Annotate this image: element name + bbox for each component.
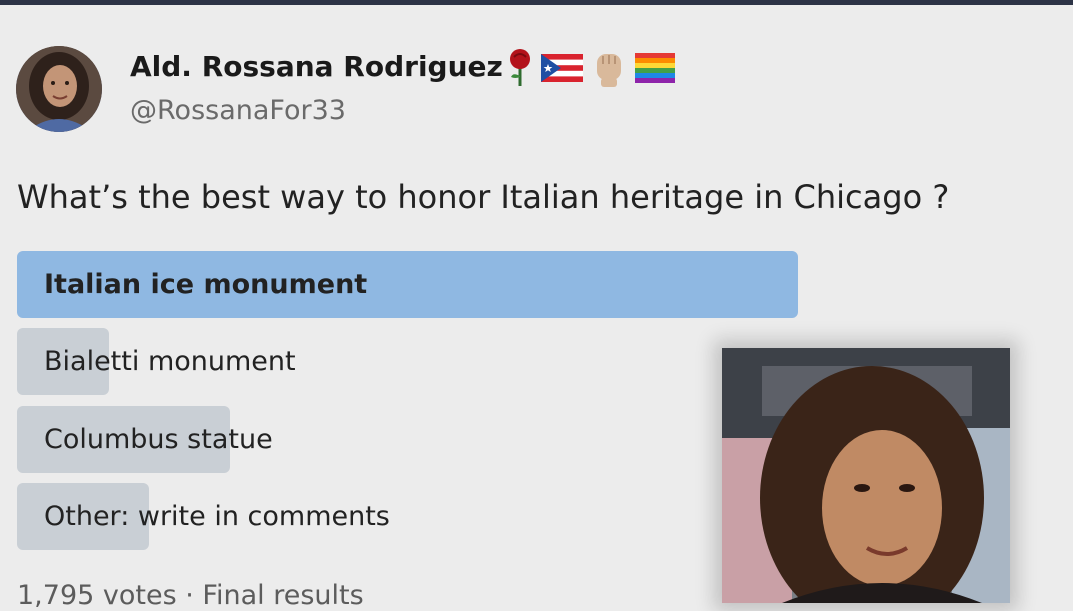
poll-footer: 1,795 votes · Final results bbox=[17, 580, 364, 611]
author-name[interactable]: Ald. Rossana Rodriguez bbox=[130, 50, 503, 83]
puerto-rico-flag-icon bbox=[541, 54, 583, 82]
inset-photo-image bbox=[722, 348, 1010, 603]
poll-option-label: Bialetti monument bbox=[44, 346, 296, 377]
author-avatar[interactable] bbox=[16, 46, 102, 132]
author-handle[interactable]: @RossanaFor33 bbox=[130, 95, 346, 126]
poll-option-label: Italian ice monument bbox=[44, 269, 368, 300]
poll-option-bialetti-monument[interactable]: Bialetti monument bbox=[17, 328, 437, 395]
avatar-image bbox=[16, 46, 102, 132]
rainbow-flag-icon bbox=[635, 53, 675, 83]
rose-icon bbox=[510, 49, 530, 86]
raised-fist-icon bbox=[597, 54, 621, 87]
tweet-text: What’s the best way to honor Italian her… bbox=[17, 178, 950, 216]
poll-option-columbus-statue[interactable]: Columbus statue bbox=[17, 406, 437, 473]
name-badges bbox=[505, 48, 675, 88]
inset-photo bbox=[722, 348, 1010, 603]
poll-option-label: Other: write in comments bbox=[44, 501, 390, 532]
poll-option-other[interactable]: Other: write in comments bbox=[17, 483, 437, 550]
poll-option-label: Columbus statue bbox=[44, 424, 273, 455]
top-border bbox=[0, 0, 1073, 5]
poll-option-italian-ice-monument[interactable]: Italian ice monument bbox=[17, 251, 798, 318]
